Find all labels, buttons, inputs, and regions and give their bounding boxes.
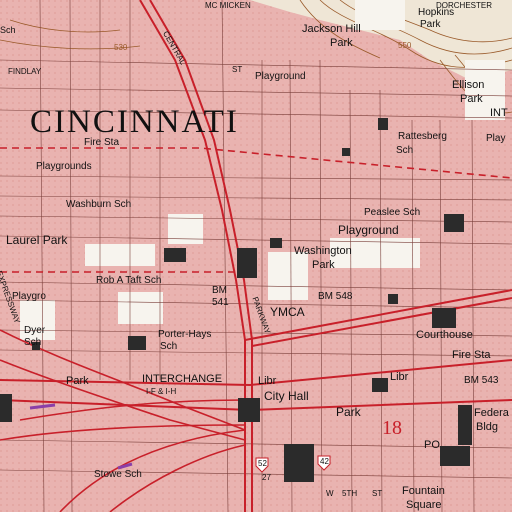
label-bldg: Bldg <box>476 421 499 433</box>
label-530: 530 <box>114 43 128 52</box>
label-bm548: BM 548 <box>318 291 353 302</box>
label-playgrounds: Playgrounds <box>36 161 92 172</box>
label-washington-park: Park <box>312 259 335 271</box>
label-ellison-park: Park <box>460 93 483 105</box>
label-interchange-sub: I-F & I-H <box>146 387 177 396</box>
label-playground-mid: Playground <box>338 223 399 237</box>
shield-label-127: 27 <box>262 473 271 482</box>
label-square: Square <box>406 499 442 511</box>
label-sch-top-left: Sch <box>0 25 16 35</box>
label-libr-right: Libr <box>390 371 409 383</box>
label-courthouse: Courthouse <box>416 329 473 341</box>
label-hopkins-park: Hopkins <box>418 7 455 18</box>
label-st: ST <box>372 489 383 498</box>
shield-label-42: 42 <box>320 457 329 466</box>
label-washburn: Washburn Sch <box>66 199 132 210</box>
label-park-mid: Park <box>336 405 361 419</box>
label-ymca: YMCA <box>270 305 305 319</box>
label-dyer: Dyer <box>24 325 46 336</box>
label-5th: 5TH <box>342 489 358 498</box>
label-washington: Washington <box>294 245 352 257</box>
label-laurel-park: Laurel Park <box>6 233 68 247</box>
label-playground-top: Playground <box>255 71 306 82</box>
label-rob-taft: Rob A Taft Sch <box>96 275 162 286</box>
label-porter-sch: Sch <box>160 341 178 352</box>
label-city-hall: City Hall <box>264 389 309 403</box>
label-st-upper: ST <box>232 65 243 74</box>
label-int: INT <box>490 107 508 119</box>
label-bm543: BM 543 <box>464 375 499 386</box>
label-jackson-hill-2: Park <box>330 37 353 49</box>
label-dyer-sch: Sch <box>24 337 42 348</box>
label-bm541-num: 541 <box>212 297 229 308</box>
label-jackson-hill: Jackson Hill <box>302 23 361 35</box>
label-peaslee: Peaslee Sch <box>364 207 421 218</box>
label-fire-sta-right: Fire Sta <box>452 349 491 361</box>
label-stowe: Stowe Sch <box>94 469 142 480</box>
topographic-map[interactable]: MC MICKEN DORCHESTER Hopkins Park Jackso… <box>0 0 512 512</box>
label-route-18: 18 <box>382 417 402 439</box>
city-name-label: CINCINNATI <box>30 104 239 140</box>
label-bm541: BM <box>212 285 227 296</box>
label-porter-hays: Porter-Hays <box>158 329 212 340</box>
shield-label-52: 52 <box>258 459 267 468</box>
label-interchange: INTERCHANGE <box>142 373 223 385</box>
label-hopkins-park-2: Park <box>420 19 441 30</box>
label-playgro: Playgro <box>12 291 46 302</box>
label-w: W <box>326 489 334 498</box>
label-po: PO <box>424 439 440 451</box>
label-federal: Federa <box>474 407 509 419</box>
label-rattesberg-sch: Sch <box>396 145 414 156</box>
label-mcmicken: MC MICKEN <box>205 1 251 10</box>
label-fountain: Fountain <box>402 485 445 497</box>
label-550: 550 <box>398 41 412 50</box>
label-play-right: Play <box>486 133 506 144</box>
label-rattesberg: Rattesberg <box>398 131 447 142</box>
label-findlay: FINDLAY <box>8 67 42 76</box>
label-ellison: Ellison <box>452 79 485 91</box>
label-park-left: Park <box>66 375 89 387</box>
label-fire-sta-left: Fire Sta <box>84 137 120 148</box>
label-libr-mid: Libr <box>258 375 277 387</box>
